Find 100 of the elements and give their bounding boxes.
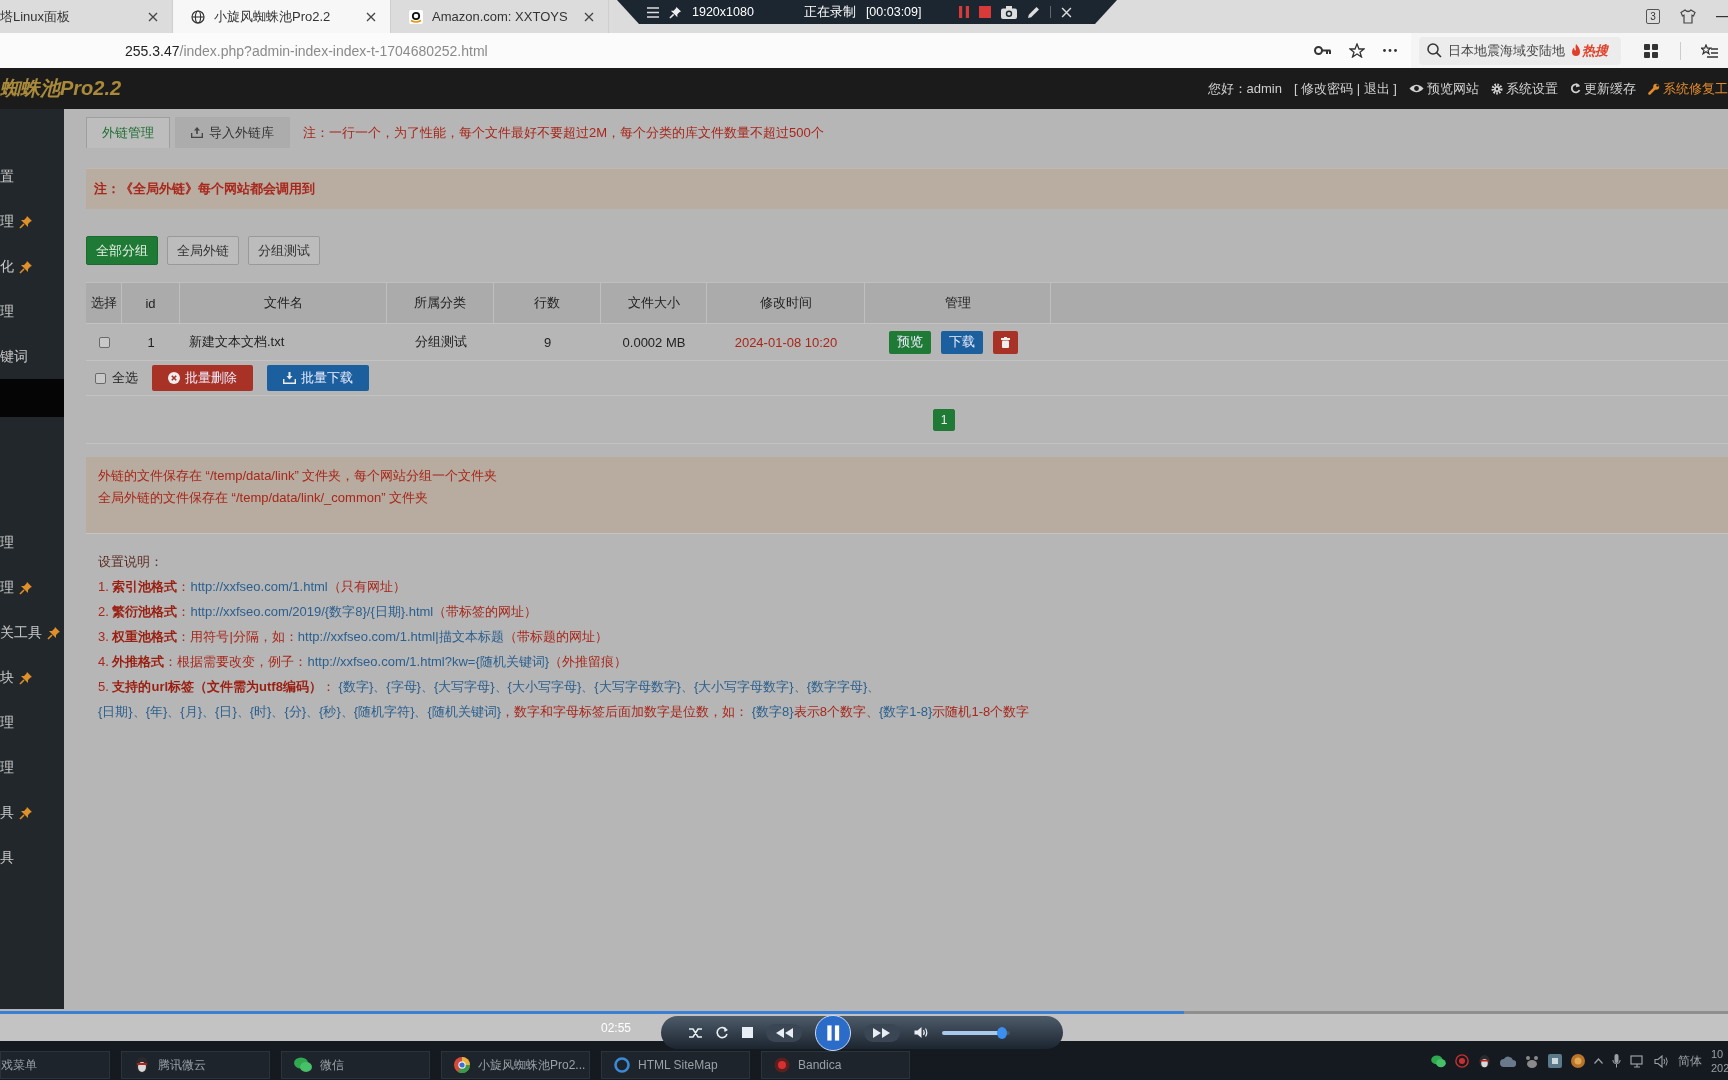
column-header: 行数	[494, 283, 601, 323]
paw-icon[interactable]	[1525, 1054, 1539, 1068]
pause-icon[interactable]	[815, 1014, 851, 1051]
pin-icon	[47, 625, 61, 640]
group-filter-button[interactable]: 分组测试	[248, 236, 320, 265]
download-button[interactable]: 下载	[941, 330, 983, 354]
shuffle-icon[interactable]	[689, 1026, 703, 1039]
close-icon[interactable]	[148, 11, 158, 22]
sidebar-item[interactable]: 关工具	[0, 610, 64, 655]
tab-count-badge[interactable]: 3	[1646, 9, 1660, 24]
column-header: 修改时间	[707, 283, 865, 323]
address-bar[interactable]: 255.3.47/index.php?admin-index-index-t-1704680252.html	[0, 33, 1411, 68]
star-icon[interactable]	[1348, 43, 1365, 58]
group-filter-button[interactable]: 全局外链	[167, 236, 239, 265]
fast-forward-icon[interactable]	[864, 1022, 900, 1043]
taskbar-item[interactable]: HTML SiteMap	[601, 1051, 750, 1079]
recording-resolution: 1920x1080	[692, 5, 754, 19]
grid-icon[interactable]	[1644, 43, 1658, 58]
taskbar-item[interactable]: 小旋风蜘蛛池Pro2...	[441, 1051, 590, 1079]
sidebar-item[interactable]: 化	[0, 244, 64, 289]
taskbar-item[interactable]: 微信	[281, 1051, 430, 1079]
group-filter-button[interactable]: 全部分组	[86, 236, 158, 265]
caret-up-icon[interactable]	[1594, 1058, 1603, 1064]
monitor-icon[interactable]	[1630, 1054, 1645, 1068]
chat-bubbles-icon	[294, 1057, 312, 1073]
stop-icon[interactable]	[979, 6, 992, 18]
pin-icon	[19, 670, 33, 685]
header-link[interactable]: 预览网站	[1409, 79, 1479, 98]
close-icon[interactable]	[584, 11, 594, 22]
menu-icon[interactable]	[647, 6, 659, 18]
taskbar-item[interactable]: 戏菜单	[0, 1051, 110, 1079]
penguin-icon[interactable]	[1478, 1053, 1491, 1069]
delete-button[interactable]	[993, 330, 1018, 354]
camera-icon[interactable]	[1001, 5, 1018, 19]
shirt-icon[interactable]	[1680, 9, 1696, 24]
sidebar-item[interactable]: 理	[0, 565, 64, 610]
table-cell-text: 0.0002 MB	[621, 333, 687, 352]
notice-banner: 注：《全局外链》每个网站都会调用到	[86, 168, 1728, 209]
close-icon[interactable]	[366, 11, 376, 22]
browser-tab[interactable]: 小旋风蜘蛛池Pro2.2	[173, 0, 391, 33]
sidebar-item[interactable]: 具	[0, 790, 64, 835]
sidebar-item[interactable]: 块	[0, 655, 64, 700]
select-all-label[interactable]: 全选	[112, 369, 138, 387]
preview-button[interactable]: 预览	[889, 330, 931, 354]
clock-date[interactable]: 202	[1711, 1061, 1728, 1075]
table-cell-text: 新建文本文档.txt	[188, 333, 286, 351]
column-header: 文件名	[180, 283, 387, 323]
speaker-icon[interactable]	[913, 1026, 929, 1039]
bulk-delete-button[interactable]: 批量删除	[152, 365, 253, 391]
clock-time[interactable]: 10	[1711, 1047, 1728, 1061]
record-dot-icon[interactable]	[1455, 1054, 1469, 1068]
trash-icon	[1001, 336, 1010, 348]
seek-bar-track[interactable]	[0, 1011, 1728, 1014]
sidebar-item[interactable]: 置	[0, 154, 64, 199]
table-cell-text: 1	[146, 333, 156, 352]
content-tab[interactable]: 导入外链库	[175, 117, 290, 148]
account-links[interactable]: [ 修改密码 | 退出 ]	[1293, 79, 1397, 98]
sidebar-item[interactable]: 键词	[0, 334, 64, 379]
column-header: 选择	[86, 283, 122, 323]
page-button[interactable]: 1	[933, 408, 955, 431]
pencil-icon[interactable]	[1027, 5, 1041, 19]
column-header: id	[122, 283, 180, 323]
settings-line: 1. 索引池格式：http://xxfseo.com/1.html（只有网址）	[98, 578, 407, 596]
input-language[interactable]: 简体	[1678, 1052, 1702, 1070]
key-icon[interactable]	[1313, 46, 1331, 55]
sidebar-item[interactable]: 理	[0, 289, 64, 334]
sidebar-item[interactable]: 具	[0, 835, 64, 880]
pin-icon[interactable]	[669, 5, 682, 19]
row-checkbox[interactable]	[98, 336, 110, 348]
content-tab[interactable]: 外链管理	[86, 117, 170, 148]
sidebar-item[interactable]: 理	[0, 745, 64, 790]
sidebar-item[interactable]: 理	[0, 520, 64, 565]
square-app-icon[interactable]	[1548, 1054, 1562, 1068]
chat-bubbles-icon[interactable]	[1431, 1054, 1446, 1068]
favorites-list-icon[interactable]	[1701, 43, 1718, 58]
taskbar-item[interactable]: Bandica	[761, 1051, 910, 1079]
cloud-icon[interactable]	[1500, 1055, 1516, 1067]
globe-icon	[191, 9, 205, 24]
ring-icon	[614, 1057, 630, 1073]
header-link[interactable]: 系统设置	[1491, 79, 1558, 98]
sidebar-item[interactable]: 理	[0, 199, 64, 244]
more-dots-icon[interactable]	[1382, 49, 1397, 52]
refresh-icon	[1570, 82, 1581, 95]
search-field[interactable]: 日本地震海域变陆地 热搜	[1418, 36, 1621, 65]
taskbar-item[interactable]: 腾讯微云	[121, 1051, 270, 1079]
table-cell-text: 分组测试	[413, 333, 468, 351]
column-header: 管理	[865, 283, 1051, 323]
header-link[interactable]: 系统修复工	[1648, 79, 1728, 98]
coin-icon[interactable]	[1571, 1054, 1585, 1068]
bulk-download-button[interactable]: 批量下载	[267, 365, 369, 391]
sidebar-item[interactable]: 理	[0, 700, 64, 745]
select-all-checkbox[interactable]	[95, 372, 106, 384]
minimize-icon[interactable]	[1716, 15, 1728, 18]
rewind-icon[interactable]	[766, 1022, 802, 1043]
volume-thumb[interactable]	[996, 1026, 1007, 1039]
microphone-icon[interactable]	[1612, 1054, 1621, 1068]
speaker-icon[interactable]	[1654, 1054, 1669, 1068]
site-logo[interactable]: 蜘蛛池Pro2.2	[0, 75, 122, 102]
header-link[interactable]: 更新缓存	[1570, 79, 1636, 98]
repeat-icon[interactable]	[716, 1026, 729, 1039]
